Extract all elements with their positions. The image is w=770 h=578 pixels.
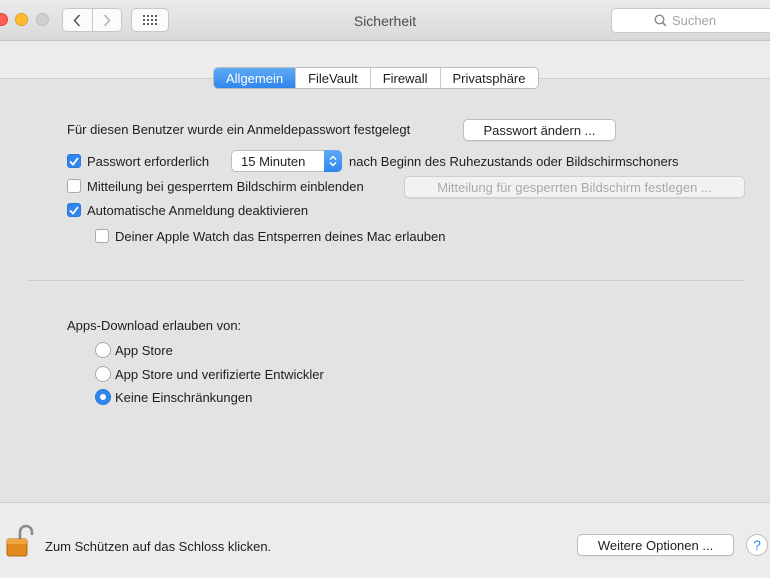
lock-message-checkbox[interactable] bbox=[67, 179, 81, 193]
password-delay-value: 15 Minuten bbox=[241, 153, 306, 169]
downloads-heading: Apps-Download erlauben von: bbox=[67, 318, 242, 333]
settings-panel bbox=[0, 78, 770, 503]
radio-anywhere-label: Keine Einschränkungen bbox=[115, 390, 253, 405]
help-button[interactable]: ? bbox=[746, 534, 768, 556]
section-divider bbox=[27, 280, 745, 281]
tab-general[interactable]: Allgemein bbox=[214, 68, 296, 88]
checkmark-icon bbox=[69, 156, 79, 166]
tab-filevault[interactable]: FileVault bbox=[295, 68, 370, 88]
radio-anywhere[interactable] bbox=[95, 389, 111, 405]
lock-hint-text: Zum Schützen auf das Schloss klicken. bbox=[45, 539, 272, 554]
select-stepper-icon bbox=[324, 150, 342, 172]
disable-auto-login-label: Automatische Anmeldung deaktivieren bbox=[87, 203, 309, 218]
unlock-button[interactable] bbox=[6, 524, 34, 561]
tab-firewall[interactable]: Firewall bbox=[369, 68, 440, 88]
disable-auto-login-checkbox[interactable] bbox=[67, 203, 81, 217]
require-password-label: Passwort erforderlich bbox=[87, 154, 210, 169]
password-delay-select[interactable]: 15 Minuten bbox=[231, 150, 342, 172]
padlock-open-icon bbox=[6, 524, 34, 557]
apple-watch-unlock-label: Deiner Apple Watch das Entsperren deines… bbox=[115, 229, 446, 244]
require-password-suffix: nach Beginn des Ruhezustands oder Bildsc… bbox=[349, 154, 679, 169]
require-password-checkbox[interactable] bbox=[67, 154, 81, 168]
apple-watch-unlock-checkbox[interactable] bbox=[95, 229, 109, 243]
advanced-options-button[interactable]: Weitere Optionen ... bbox=[577, 534, 734, 556]
lock-message-label: Mitteilung bei gesperrtem Bildschirm ein… bbox=[87, 179, 364, 194]
radio-app-store-identified[interactable] bbox=[95, 366, 111, 382]
checkmark-icon bbox=[69, 205, 79, 215]
search-icon bbox=[654, 14, 667, 27]
radio-app-store[interactable] bbox=[95, 342, 111, 358]
change-password-button[interactable]: Passwort ändern ... bbox=[463, 119, 616, 141]
title-bar: Sicherheit Suchen bbox=[0, 0, 770, 41]
tab-privacy[interactable]: Privatsphäre bbox=[439, 68, 538, 88]
radio-app-store-label: App Store bbox=[115, 343, 173, 358]
password-set-text: Für diesen Benutzer wurde ein Anmeldepas… bbox=[67, 122, 411, 137]
radio-app-store-identified-label: App Store und verifizierte Entwickler bbox=[115, 367, 324, 382]
search-placeholder: Suchen bbox=[672, 13, 717, 28]
tab-bar: Allgemein FileVault Firewall Privatsphär… bbox=[213, 67, 539, 89]
search-field[interactable]: Suchen bbox=[611, 8, 770, 33]
set-lock-message-button[interactable]: Mitteilung für gesperrten Bildschirm fes… bbox=[404, 176, 745, 198]
